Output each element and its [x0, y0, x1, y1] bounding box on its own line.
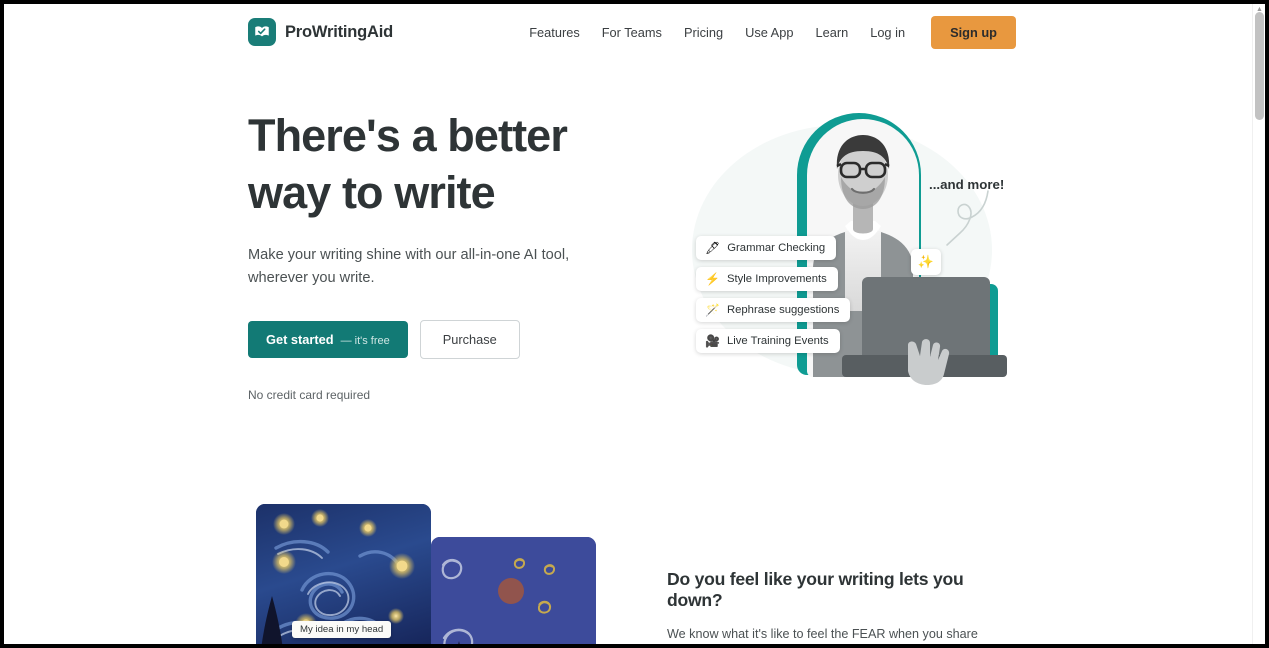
movie-camera-icon: 🎥: [705, 334, 720, 348]
lower-copy: Do you feel like your writing lets you d…: [667, 569, 1017, 644]
hero-actions: Get started — it's free Purchase: [248, 320, 648, 359]
feature-pill-live-training-events: 🎥 Live Training Events: [696, 329, 840, 353]
nav-link-use-app[interactable]: Use App: [734, 16, 804, 49]
hero-title-line-2: way to write: [248, 167, 496, 218]
feature-pill-label: Grammar Checking: [727, 242, 826, 254]
vertical-scrollbar[interactable]: ▲: [1252, 4, 1265, 644]
sparkle-badge: ✨: [911, 249, 941, 275]
magic-wand-icon: 🪄: [705, 303, 720, 317]
brand-name: ProWritingAid: [285, 22, 394, 41]
get-started-label: Get started: [266, 332, 334, 347]
get-started-sublabel: — it's free: [340, 335, 390, 347]
no-credit-card-note: No credit card required: [248, 388, 371, 402]
purchase-button[interactable]: Purchase: [419, 320, 520, 359]
lower-section-body: We know what it's like to feel the FEAR …: [667, 627, 978, 641]
nav-link-for-teams[interactable]: For Teams: [591, 16, 673, 49]
sparkles-icon: ✨: [917, 254, 935, 269]
feature-pill-label: Rephrase suggestions: [726, 304, 840, 316]
nav-link-features[interactable]: Features: [518, 16, 591, 49]
hero-subtitle: Make your writing shine with our all-in-…: [248, 247, 570, 286]
flat-blue-image: [431, 537, 596, 644]
lower-section-heading: Do you feel like your writing lets you d…: [667, 569, 964, 610]
sign-up-button[interactable]: Sign up: [931, 16, 1016, 49]
quill-pen-icon: 🖋: [705, 241, 721, 255]
site-header: ProWritingAid Features For Teams Pricing…: [4, 4, 1252, 61]
get-started-button[interactable]: Get started — it's free: [248, 321, 408, 358]
feature-pill-rephrase-suggestions: 🪄 Rephrase suggestions: [696, 298, 851, 322]
nav-link-pricing[interactable]: Pricing: [673, 16, 734, 49]
nav-link-log-in[interactable]: Log in: [859, 16, 916, 49]
browser-viewport: ProWritingAid Features For Teams Pricing…: [4, 4, 1265, 644]
nav-link-learn[interactable]: Learn: [804, 16, 859, 49]
page-content: ProWritingAid Features For Teams Pricing…: [4, 4, 1252, 644]
feature-pill-label: Style Improvements: [726, 273, 827, 285]
and-more-label: ...and more!: [929, 177, 1005, 192]
hand-illustration: [908, 339, 950, 385]
hero-title-line-1: There's a better: [248, 110, 568, 161]
feature-pill-grammar-checking: 🖋 Grammar Checking: [696, 236, 837, 260]
scrollbar-thumb[interactable]: [1255, 12, 1264, 120]
hero-copy: There's a better way to write Make your …: [248, 107, 648, 402]
hero-illustration: 🖋 Grammar Checking ⚡ Style Improvements …: [664, 107, 1024, 397]
lightning-bolt-icon: ⚡: [705, 272, 720, 286]
book-check-icon: [248, 18, 276, 46]
feature-pill-style-improvements: ⚡ Style Improvements: [696, 267, 838, 291]
feature-pill-label: Live Training Events: [726, 335, 829, 347]
brand-logo-link[interactable]: ProWritingAid: [248, 18, 393, 46]
primary-nav: Features For Teams Pricing Use App Learn…: [518, 16, 1016, 49]
idea-label: My idea in my head: [292, 621, 392, 638]
page-title: There's a better way to write: [248, 107, 648, 221]
